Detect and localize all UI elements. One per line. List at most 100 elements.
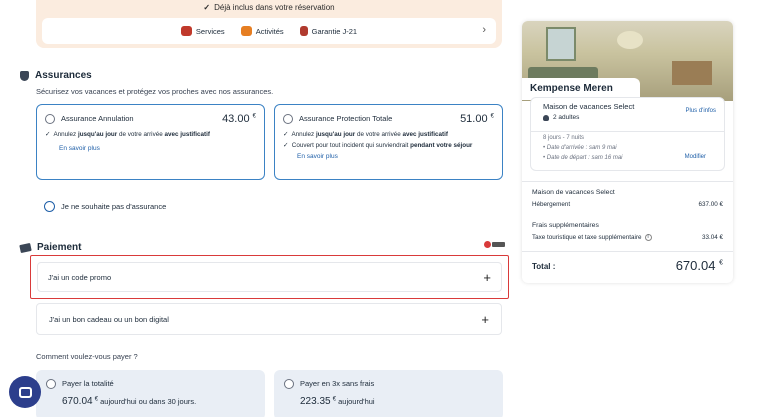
currency: € <box>332 396 337 403</box>
total-label: Total : <box>532 262 556 271</box>
tax-label-text: Taxe touristique et taxe supplémentaire <box>532 234 642 242</box>
insurance-option-cancellation[interactable]: Assurance Annulation 43.00 € ✓ Annulez j… <box>36 104 265 180</box>
photo-window <box>546 27 576 61</box>
learn-more-link[interactable]: En savoir plus <box>59 145 256 152</box>
currency: € <box>719 259 723 267</box>
departure-text: Date de départ : sam 16 mai <box>546 155 623 161</box>
gift-card-label: J'ai un bon cadeau ou un bon digital <box>49 314 169 324</box>
insurance-option-name: Assurance Protection Totale <box>283 114 392 124</box>
guests-text: 2 adultes <box>553 114 580 121</box>
plus-icon[interactable]: + <box>481 312 489 327</box>
payment-option-3x[interactable]: Payer en 3x sans frais 223.35 € aujourd'… <box>274 370 503 417</box>
shield-icon <box>20 70 29 81</box>
stay-details: Maison de vacances Select 2 adultes Plus… <box>530 97 725 171</box>
tax-value: 33.04 € <box>701 234 723 241</box>
promo-code-row[interactable]: J'ai un code promo + <box>37 262 502 292</box>
departure-date: • Date de départ : sam 16 mai <box>543 155 623 161</box>
info-icon[interactable]: i <box>644 234 652 241</box>
card-icon <box>19 242 32 253</box>
secure-payment-logo <box>484 240 506 248</box>
insurance-name-text: Assurance Protection Totale <box>299 113 393 123</box>
more-info-link[interactable]: Plus d'infos <box>686 108 717 114</box>
bullet-text: Couvert pour tout incident qui surviendr… <box>291 142 411 149</box>
learn-more-link[interactable]: En savoir plus <box>297 153 494 160</box>
insurance-bullet: ✓ Couvert pour tout incident qui survien… <box>283 142 473 149</box>
arrival-text: Date d'arrivée : sam 9 mai <box>546 145 617 151</box>
included-item-label: Services <box>195 26 225 36</box>
payment-title-text: Paiement <box>37 242 82 253</box>
insurance-option-total-protection[interactable]: Assurance Protection Totale 51.00 € ✓ An… <box>274 104 503 180</box>
amount-value: 670.04 <box>62 396 93 408</box>
chat-icon <box>18 386 32 398</box>
amount-note: aujourd'hui ou dans 30 jours. <box>100 397 197 407</box>
included-item-label: Garantie J-21 <box>311 26 358 36</box>
accommodation-name: Maison de vacances Select <box>543 102 635 111</box>
payment-name-text: Payer en 3x sans frais <box>300 379 375 388</box>
included-header-text: Déjà inclus dans votre réservation <box>214 3 335 12</box>
divider <box>522 181 733 182</box>
bullet-bold: jusqu'au jour <box>77 131 118 138</box>
guests: 2 adultes <box>543 114 579 121</box>
payment-option-name: Payer la totalité <box>46 379 255 390</box>
radio-total-protection[interactable] <box>283 114 293 124</box>
divider <box>522 251 733 252</box>
radio-cancellation[interactable] <box>45 114 55 124</box>
payment-amount: 670.04 € aujourd'hui ou dans 30 jours. <box>62 396 255 407</box>
included-item-label: Activités <box>255 26 284 36</box>
arrival-date: • Date d'arrivée : sam 9 mai <box>543 145 617 151</box>
included-item-services: Services <box>180 26 225 36</box>
section-accommodation-title: Maison de vacances Select <box>532 189 615 196</box>
price-value: 43.00 <box>222 113 250 125</box>
logo-dot <box>484 240 491 248</box>
insurance-name-text: Assurance Annulation <box>61 113 134 123</box>
activities-icon <box>240 26 252 36</box>
divider <box>531 131 724 132</box>
logo-text <box>492 241 505 247</box>
payment-amount: 223.35 € aujourd'hui <box>300 396 493 407</box>
radio-pay-3x[interactable] <box>284 379 294 390</box>
payment-title: Paiement <box>19 242 82 253</box>
plus-icon[interactable]: + <box>483 270 491 285</box>
included-header: ✓ Déjà inclus dans votre réservation <box>36 3 502 12</box>
payment-name-text: Payer la totalité <box>62 379 114 388</box>
bullet-text: de votre arrivée <box>117 131 165 138</box>
currency: € <box>94 396 99 403</box>
insurance-bullet: ✓ Annulez jusqu'au jour de votre arrivée… <box>283 131 448 138</box>
radio-pay-full[interactable] <box>46 379 56 390</box>
photo-table <box>672 61 712 85</box>
photo-lamp <box>617 31 643 49</box>
insurance-title-text: Assurances <box>35 70 92 81</box>
price-value: 51.00 <box>460 113 488 125</box>
stay-length: 8 jours - 7 nuits <box>543 135 585 141</box>
gift-card-row[interactable]: J'ai un bon cadeau ou un bon digital + <box>36 303 502 335</box>
lodging-value: 637.00 € <box>698 201 723 208</box>
no-insurance-option[interactable]: Je ne souhaite pas d'assurance <box>44 201 166 212</box>
insurance-bullet: ✓ Annulez jusqu'au jour de votre arrivée… <box>45 131 210 138</box>
checkout-page: ✓ Déjà inclus dans votre réservation Serv… <box>0 0 768 417</box>
insurance-option-name: Assurance Annulation <box>45 114 134 124</box>
insurance-option-price: 51.00 € <box>460 113 494 125</box>
check-icon: ✓ <box>203 3 211 12</box>
payment-option-name: Payer en 3x sans frais <box>284 379 493 390</box>
section-fees-title: Frais supplémentaires <box>532 222 599 229</box>
insurance-subtitle: Sécurisez vos vacances et protégez vos p… <box>36 87 274 96</box>
payment-option-full[interactable]: Payer la totalité 670.04 € aujourd'hui o… <box>36 370 265 417</box>
bullet-text: de votre arrivée <box>355 131 403 138</box>
modify-link[interactable]: Modifier <box>685 154 706 160</box>
lodging-label: Hébergement <box>532 201 571 208</box>
chevron-right-icon[interactable]: › <box>482 24 486 36</box>
included-items-bar[interactable]: Services Activités Garantie J-21 › <box>42 18 496 44</box>
bullet-bold: pendant <box>410 142 435 149</box>
promo-code-label: J'ai un code promo <box>48 272 112 282</box>
bullet-bold: avec justificatif <box>164 131 210 138</box>
chat-button[interactable] <box>9 376 41 408</box>
insurance-option-price: 43.00 € <box>222 113 256 125</box>
bullet-text: Annulez <box>291 131 316 138</box>
bullet-bold: votre séjour <box>436 142 473 149</box>
total-amount: 670.04 <box>675 258 716 273</box>
bullet-text: Annulez <box>53 131 78 138</box>
booking-summary: Kempense Meren Maison de vacances Select… <box>522 21 733 283</box>
total-value: 670.04 € <box>676 258 723 273</box>
no-insurance-label: Je ne souhaite pas d'assurance <box>61 202 167 211</box>
radio-no-insurance[interactable] <box>44 201 55 212</box>
